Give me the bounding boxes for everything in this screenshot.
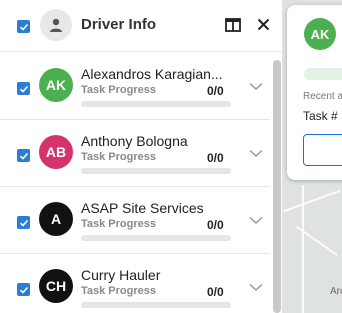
driver-avatar: CH <box>39 269 73 303</box>
task-count: 0/0 <box>207 151 224 165</box>
driver-name: ASAP Site Services <box>81 200 204 216</box>
card-avatar: AK <box>304 18 336 50</box>
driver-name: Curry Hauler <box>81 267 161 283</box>
task-progress-bar <box>81 235 231 241</box>
task-progress-label: Task Progress <box>81 84 157 96</box>
task-count: 0/0 <box>207 84 224 98</box>
task-count: 0/0 <box>207 218 224 232</box>
map-place-label: Arc <box>330 286 342 297</box>
driver-checkbox[interactable] <box>17 283 30 296</box>
check-icon <box>19 286 28 294</box>
panel-title: Driver Info <box>81 16 157 33</box>
check-icon <box>19 152 28 160</box>
driver-row[interactable]: AB Anthony Bologna Task Progress 0/0 <box>0 120 270 187</box>
driver-row[interactable]: CH Curry Hauler Task Progress 0/0 <box>0 254 270 313</box>
card-progress-bar <box>304 68 342 80</box>
chevron-down-icon[interactable] <box>249 216 263 225</box>
driver-checkbox[interactable] <box>17 216 30 229</box>
driver-info-panel: Driver Info AK Alexandros Karagian... Ta… <box>0 0 282 313</box>
driver-detail-card: AK Recent a Task # <box>287 5 342 180</box>
select-all-checkbox[interactable] <box>17 20 30 33</box>
task-progress-bar <box>81 168 231 174</box>
task-progress-bar <box>81 101 231 107</box>
map-road <box>283 189 341 213</box>
check-icon <box>19 23 28 31</box>
chevron-down-icon[interactable] <box>249 283 263 292</box>
chevron-down-icon[interactable] <box>249 149 263 158</box>
close-icon[interactable] <box>257 18 270 31</box>
driver-name: Anthony Bologna <box>81 133 188 149</box>
card-input-field[interactable] <box>303 134 342 166</box>
task-progress-label: Task Progress <box>81 285 157 297</box>
driver-avatar: AK <box>39 68 73 102</box>
driver-avatar-placeholder <box>40 9 72 41</box>
chevron-down-icon[interactable] <box>249 82 263 91</box>
driver-name: Alexandros Karagian... <box>81 66 223 82</box>
driver-avatar: AB <box>39 135 73 169</box>
task-progress-bar <box>81 302 231 308</box>
check-icon <box>19 219 28 227</box>
split-view-icon[interactable] <box>225 18 241 32</box>
driver-checkbox[interactable] <box>17 82 30 95</box>
scrollbar-thumb[interactable] <box>273 60 281 313</box>
check-icon <box>19 85 28 93</box>
driver-row[interactable]: A ASAP Site Services Task Progress 0/0 <box>0 187 270 254</box>
task-count: 0/0 <box>207 285 224 299</box>
task-progress-label: Task Progress <box>81 218 157 230</box>
driver-checkbox[interactable] <box>17 149 30 162</box>
card-task-label: Task # <box>303 109 338 123</box>
driver-row[interactable]: AK Alexandros Karagian... Task Progress … <box>0 53 270 120</box>
map-road <box>302 185 304 313</box>
driver-avatar: A <box>39 202 73 236</box>
person-icon <box>50 18 62 32</box>
panel-header: Driver Info <box>0 0 282 52</box>
card-recent-label: Recent a <box>303 91 342 102</box>
task-progress-label: Task Progress <box>81 151 157 163</box>
